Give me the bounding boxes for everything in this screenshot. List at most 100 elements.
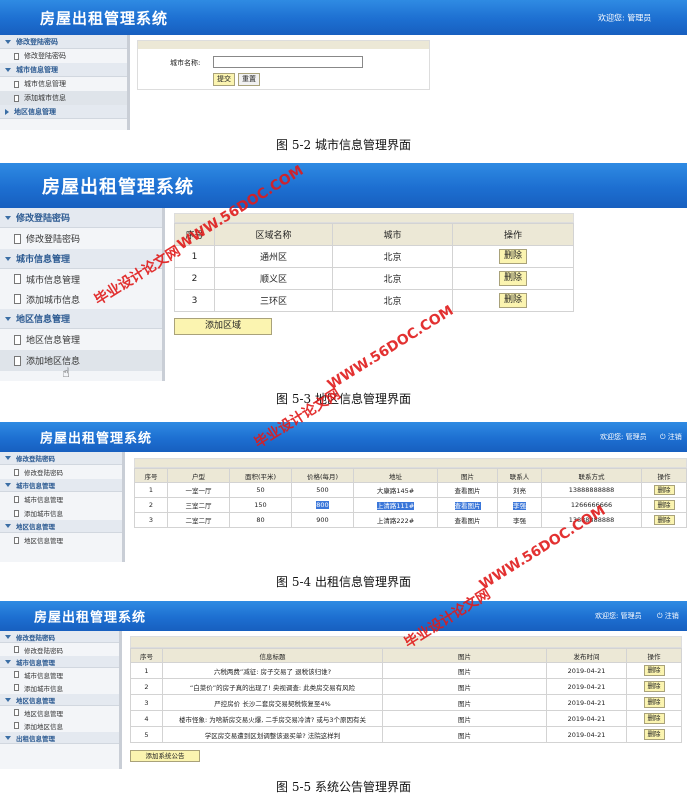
sidebar-item-add-district[interactable]: 添加地区信息 bbox=[0, 350, 162, 371]
column-header: 城市 bbox=[332, 223, 453, 246]
cell-action: 删除 bbox=[641, 482, 687, 498]
delete-button[interactable]: 删除 bbox=[643, 713, 665, 724]
cell-city: 北京 bbox=[332, 267, 453, 290]
delete-button[interactable]: 删除 bbox=[498, 248, 527, 265]
announcement-table: 序号 信息标题 图片 发布时间 操作 1 六税两费”减征: 房子交易了 退税该归谁? 图片 2… bbox=[130, 648, 682, 743]
app-title: 房屋出租管理系统 bbox=[40, 431, 153, 447]
table-row: 1 通州区 北京 删除 bbox=[174, 245, 574, 268]
sidebar-section-label: 修改登陆密码 bbox=[16, 37, 58, 46]
add-district-button[interactable]: 添加区域 bbox=[174, 318, 272, 335]
cell: 3 bbox=[130, 694, 163, 711]
sidebar-item-label: 添加城市信息 bbox=[24, 510, 63, 518]
sidebar-section-label: 地区信息管理 bbox=[16, 315, 71, 325]
delete-button[interactable]: 删除 bbox=[643, 729, 665, 740]
cell-action: 删除 bbox=[452, 267, 574, 290]
sidebar-section-city[interactable]: 城市信息管理 bbox=[0, 63, 127, 77]
sidebar-section-label: 地区信息管理 bbox=[16, 696, 55, 705]
sidebar-section-rental[interactable]: 出租信息管理 bbox=[0, 732, 119, 744]
sidebar-item-add-city[interactable]: 添加城市信息 bbox=[0, 506, 122, 520]
cell-district: 通州区 bbox=[214, 245, 333, 268]
sidebar-item-add-district[interactable]: 添加地区信息 bbox=[0, 719, 119, 732]
panel-header-bar bbox=[134, 458, 687, 468]
sidebar-section-city[interactable]: 城市信息管理 bbox=[0, 656, 119, 668]
sidebar-item-label: 添加地区信息 bbox=[26, 357, 81, 367]
document-icon bbox=[14, 684, 19, 691]
sidebar-item-add-city[interactable]: 添加城市信息 bbox=[0, 289, 162, 309]
sidebar: 修改登陆密码 修改登陆密码 城市信息管理 城市信息管理 添加城市信息 地区信息管… bbox=[0, 631, 122, 769]
sidebar-item-change-password[interactable]: 修改登陆密码 bbox=[0, 49, 127, 63]
sidebar-section-city[interactable]: 城市信息管理 bbox=[0, 249, 162, 269]
delete-button[interactable]: 删除 bbox=[498, 292, 527, 309]
logout-link[interactable]: ⏻ 注销 bbox=[657, 611, 679, 621]
sidebar-item-change-password[interactable]: 修改登陆密码 bbox=[0, 465, 122, 479]
sidebar-item-city-info[interactable]: 城市信息管理 bbox=[0, 77, 127, 91]
sidebar-item-change-password[interactable]: 修改登陆密码 bbox=[0, 228, 162, 249]
sidebar-section-password[interactable]: 修改登陆密码 bbox=[0, 208, 162, 228]
document-icon bbox=[14, 671, 19, 678]
sidebar-item-add-city[interactable]: 添加城市信息 bbox=[0, 91, 127, 105]
delete-button[interactable]: 删除 bbox=[653, 514, 675, 526]
cell-action: 删除 bbox=[641, 497, 687, 513]
table-row: 2 顺义区 北京 删除 bbox=[174, 267, 574, 290]
logout-link[interactable]: ⏻ 注销 bbox=[660, 432, 682, 442]
figure-district-management: 房屋出租管理系统 修改登陆密码 修改登陆密码 城市信息管理 城市信息管理 添加城… bbox=[0, 163, 687, 381]
add-announcement-button[interactable]: 添加系统公告 bbox=[130, 750, 200, 762]
logout-label: 注销 bbox=[664, 612, 679, 620]
cell-title: 六税两费”减征: 房子交易了 退税该归谁? bbox=[162, 662, 383, 679]
header-banner: 房屋出租管理系统 欢迎您: 管理员 ⏻ 注销 bbox=[0, 601, 687, 631]
sidebar-item-change-password[interactable]: 修改登陆密码 bbox=[0, 643, 119, 656]
sidebar-section-password[interactable]: 修改登陆密码 bbox=[0, 35, 127, 49]
sidebar-item-district-info[interactable]: 地区信息管理 bbox=[0, 329, 162, 350]
delete-button[interactable]: 删除 bbox=[653, 484, 675, 496]
delete-button[interactable]: 删除 bbox=[643, 665, 665, 676]
announcement-table-panel: 序号 信息标题 图片 发布时间 操作 1 六税两费”减征: 房子交易了 退税该归谁? 图片 2… bbox=[130, 636, 682, 762]
sidebar-item-label: 添加城市信息 bbox=[26, 295, 81, 306]
table-row: 3 严控房价 长沙二套房交易契税恢复至4% 图片 2019-04-21 删除 bbox=[130, 694, 682, 711]
sidebar-item-city-info[interactable]: 城市信息管理 bbox=[0, 492, 122, 506]
delete-button[interactable]: 删除 bbox=[643, 697, 665, 708]
cell: 1266666666 bbox=[541, 497, 642, 513]
sidebar-section-district[interactable]: 地区信息管理 bbox=[0, 309, 162, 329]
column-header: 操作 bbox=[641, 468, 687, 483]
cell-image: 查看图片 bbox=[437, 512, 498, 528]
document-icon bbox=[14, 536, 19, 544]
column-header: 区域名称 bbox=[214, 223, 333, 246]
sidebar-item-district-info[interactable]: 地区信息管理 bbox=[0, 533, 122, 547]
column-header: 信息标题 bbox=[162, 648, 383, 663]
column-header: 操作 bbox=[452, 223, 574, 246]
submit-button[interactable]: 提交 bbox=[213, 73, 235, 87]
view-image-link[interactable]: 查看图片 bbox=[455, 487, 481, 495]
cell: 500 bbox=[291, 482, 354, 498]
cell: 李强 bbox=[497, 512, 542, 528]
cell: 三室二厅 bbox=[167, 497, 230, 513]
sidebar-section-district[interactable]: 地区信息管理 bbox=[0, 520, 122, 533]
caret-down-icon bbox=[5, 524, 11, 528]
sidebar-section-label: 城市信息管理 bbox=[16, 255, 71, 265]
delete-button[interactable]: 删除 bbox=[498, 270, 527, 287]
view-image-link[interactable]: 查看图片 bbox=[455, 517, 481, 525]
sidebar-item-city-info[interactable]: 城市信息管理 bbox=[0, 269, 162, 289]
sidebar-item-add-city[interactable]: 添加城市信息 bbox=[0, 681, 119, 694]
sidebar-section-password[interactable]: 修改登陆密码 bbox=[0, 631, 119, 643]
sidebar-section-city[interactable]: 城市信息管理 bbox=[0, 479, 122, 492]
delete-button[interactable]: 删除 bbox=[643, 681, 665, 692]
rental-table: 序号 户型 面积(平米) 价格(每月) 地址 图片 联系人 联系方式 操作 1 一室一厅 50 500… bbox=[134, 468, 687, 528]
column-header: 操作 bbox=[626, 648, 682, 663]
panel-header-bar bbox=[130, 636, 682, 648]
delete-button[interactable]: 删除 bbox=[653, 499, 675, 511]
column-header: 联系人 bbox=[497, 468, 542, 483]
sidebar-section-district[interactable]: 地区信息管理 bbox=[0, 105, 127, 119]
sidebar-section-label: 城市信息管理 bbox=[16, 658, 55, 667]
sidebar-section-district[interactable]: 地区信息管理 bbox=[0, 694, 119, 706]
sidebar-section-password[interactable]: 修改登陆密码 bbox=[0, 452, 122, 465]
sidebar-item-district-info[interactable]: 地区信息管理 bbox=[0, 706, 119, 719]
column-header: 地址 bbox=[353, 468, 438, 483]
reset-button[interactable]: 重置 bbox=[238, 73, 260, 87]
city-name-input[interactable] bbox=[213, 56, 363, 68]
welcome-text: 欢迎您: 管理员 bbox=[598, 13, 652, 22]
view-image-link[interactable]: 查看图片 bbox=[454, 502, 481, 510]
table-header-row: 序号 信息标题 图片 发布时间 操作 bbox=[130, 648, 682, 663]
cell: 13888888888 bbox=[541, 482, 642, 498]
sidebar-item-city-info[interactable]: 城市信息管理 bbox=[0, 668, 119, 681]
sidebar: 修改登陆密码 修改登陆密码 城市信息管理 城市信息管理 添加城市信息 地区信息管… bbox=[0, 208, 165, 381]
